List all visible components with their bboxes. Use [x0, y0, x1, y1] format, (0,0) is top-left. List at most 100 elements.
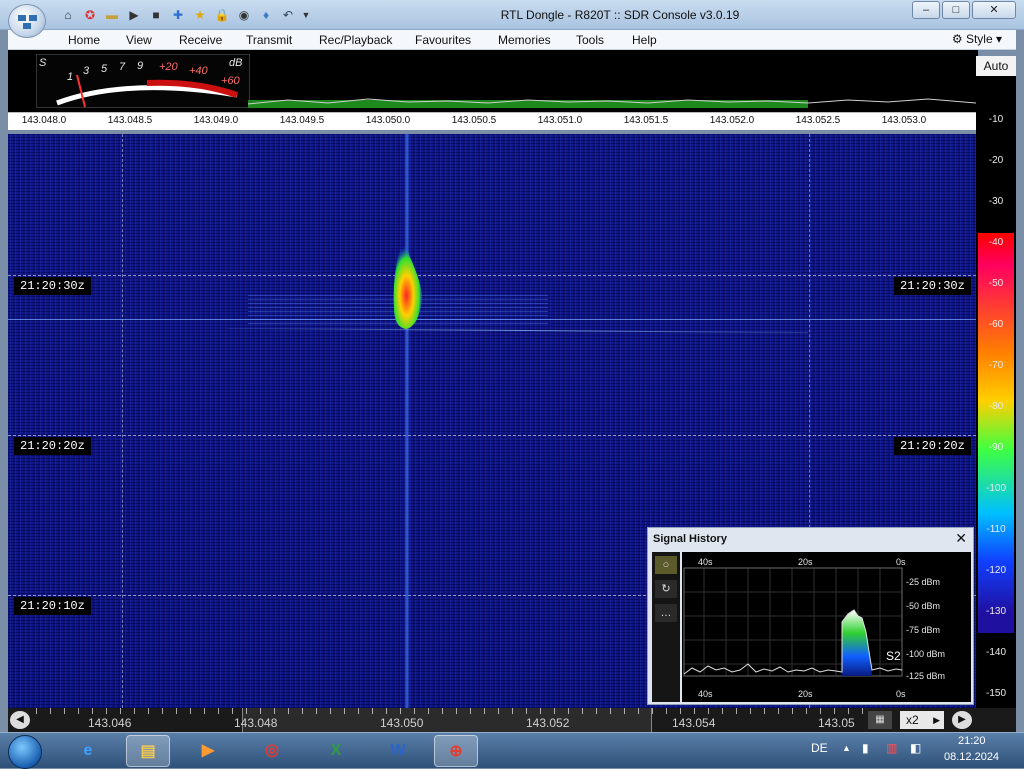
word-icon[interactable]: W — [376, 735, 420, 767]
menu-tools[interactable]: Tools — [576, 33, 604, 47]
media-player-icon[interactable]: ▶ — [186, 735, 230, 767]
freq-tick-label: 143.052.0 — [709, 115, 755, 126]
db-tick: -100 — [985, 483, 1006, 494]
start-button[interactable] — [8, 735, 42, 769]
signal-history-window: Signal History ✕ ○ ↻ … 40s 20s 0s 40s 20… — [647, 527, 974, 705]
record-icon[interactable]: ○ — [655, 556, 677, 574]
menu-favourites[interactable]: Favourites — [415, 33, 471, 47]
add-icon[interactable]: ✚ — [170, 7, 186, 23]
menu-memories[interactable]: Memories — [498, 33, 551, 47]
menu-receive[interactable]: Receive — [179, 33, 222, 47]
volume-icon[interactable]: ◧ — [910, 741, 921, 755]
network-icon[interactable]: ▥ — [886, 741, 897, 755]
time-label: 21:20:30z — [894, 277, 971, 295]
tray-icon[interactable]: ▮ — [862, 741, 869, 755]
strip-label: 143.054 — [672, 716, 716, 730]
grid-line — [122, 134, 123, 708]
strip-label: 143.052 — [526, 716, 570, 730]
folder-icon[interactable]: ▬ — [104, 7, 120, 23]
lifebuoy-icon[interactable]: ✪ — [82, 7, 98, 23]
internet-explorer-icon[interactable]: e — [66, 735, 110, 767]
strip-label: 143.046 — [88, 716, 132, 730]
lock-icon[interactable]: 🔒 — [214, 7, 230, 23]
undo-icon[interactable]: ↶ — [280, 7, 296, 23]
drop-icon[interactable]: ♦ — [258, 7, 274, 23]
freq-tick-label: 143.052.5 — [795, 115, 841, 126]
db-tick: -70 — [988, 360, 1004, 371]
freq-tick-label: 143.048.0 — [21, 115, 67, 126]
palette-icon: ⚙ — [951, 32, 966, 46]
spectrum-display[interactable] — [248, 54, 976, 110]
carrier-trace — [404, 134, 410, 708]
history-dbm-label: -50 dBm — [906, 601, 941, 611]
app-logo-icon[interactable] — [8, 4, 46, 38]
menu-help[interactable]: Help — [632, 33, 657, 47]
db-tick: -10 — [988, 114, 1004, 125]
visible-range[interactable] — [242, 708, 652, 732]
db-unit-label: dB — [229, 57, 243, 69]
stop-icon[interactable]: ■ — [148, 7, 164, 23]
minimize-button[interactable]: ‒ — [912, 1, 940, 19]
language-indicator[interactable]: DE — [811, 741, 828, 755]
sdr-console-icon[interactable]: ⊕ — [434, 735, 478, 767]
s-label: +20 — [159, 61, 178, 73]
auto-button[interactable]: Auto — [976, 56, 1016, 76]
frequency-scale[interactable]: 143.048.0 143.048.5 143.049.0 143.049.5 … — [8, 112, 976, 130]
menu-transmit[interactable]: Transmit — [246, 33, 292, 47]
chevron-up-icon[interactable]: ▲ — [842, 743, 851, 753]
db-tick: -140 — [985, 647, 1006, 658]
star-icon[interactable]: ★ — [192, 7, 208, 23]
more-icon[interactable]: … — [655, 604, 677, 622]
history-dbm-label: -25 dBm — [906, 577, 941, 587]
style-label: Style — [965, 32, 993, 46]
chrome-icon[interactable]: ◎ — [250, 735, 294, 767]
db-scale: Auto -10 -20 -30 -40 -50 -60 -70 -80 -90… — [976, 56, 1016, 710]
signal-history-toolbar: ○ ↻ … — [652, 552, 680, 702]
taskbar: e ▤ ▶ ◎ X W ⊕ DE ▲ ▮ ▥ ◧ 21:20 08.12.202… — [0, 732, 1024, 769]
db-tick: -130 — [985, 606, 1006, 617]
s-label: 3 — [83, 65, 90, 77]
history-time-label: 20s — [798, 557, 813, 567]
style-menu[interactable]: ⚙ Style ▾ — [952, 32, 1002, 46]
time-label: 21:20:10z — [14, 597, 91, 615]
strip-label: 143.05 — [818, 716, 855, 730]
maximize-button[interactable]: □ — [942, 1, 970, 19]
menu-rec-playback[interactable]: Rec/Playback — [319, 33, 392, 47]
excel-icon[interactable]: X — [314, 735, 358, 767]
camera-icon[interactable]: ◉ — [236, 7, 252, 23]
title-bar: ⌂ ✪ ▬ ▶ ■ ✚ ★ 🔒 ◉ ♦ ↶ ▼ RTL Dongle - R82… — [0, 0, 1024, 38]
s-label: 1 — [67, 71, 74, 83]
freq-tick-label: 143.051.0 — [537, 115, 583, 126]
db-tick: -110 — [986, 524, 1006, 535]
history-dbm-label: -100 dBm — [906, 649, 946, 659]
history-dbm-label: -125 dBm — [906, 671, 946, 681]
close-button[interactable]: ✕ — [972, 1, 1016, 19]
history-time-label: 0s — [896, 689, 906, 699]
freq-tick-label: 143.048.5 — [107, 115, 153, 126]
home-icon[interactable]: ⌂ — [60, 7, 76, 23]
play-icon[interactable]: ▶ — [126, 7, 142, 23]
s-unit-label: S — [39, 57, 47, 69]
menu-home[interactable]: Home — [68, 33, 100, 47]
s-label: +60 — [221, 75, 240, 87]
clock-time[interactable]: 21:20 — [958, 735, 986, 747]
drift-trace — [228, 327, 808, 334]
signal-history-plot: 40s 20s 0s 40s 20s 0s -25 dBm -50 dBm -7… — [682, 552, 971, 702]
close-icon[interactable]: ✕ — [955, 530, 967, 547]
refresh-icon[interactable]: ↻ — [655, 580, 677, 598]
scroll-left-button[interactable]: ◀ — [10, 711, 30, 729]
menu-view[interactable]: View — [126, 33, 152, 47]
windows-explorer-icon[interactable]: ▤ — [126, 735, 170, 767]
freq-tick-label: 143.050.0 — [365, 115, 411, 126]
s-label: 7 — [119, 61, 126, 73]
db-tick: -120 — [985, 565, 1006, 576]
scroll-right-button[interactable]: ▶ — [952, 711, 972, 729]
db-tick: -20 — [988, 155, 1004, 166]
bandwidth-strip[interactable]: ◀ 143.046 143.048 143.050 143.052 143.05… — [8, 708, 1016, 732]
zoom-select[interactable]: x2 ▶ — [900, 711, 944, 729]
clock-date[interactable]: 08.12.2024 — [944, 751, 999, 763]
freq-tick-label: 143.049.0 — [193, 115, 239, 126]
keyboard-icon[interactable]: ▦ — [868, 711, 892, 729]
chevron-down-icon[interactable]: ▼ — [298, 7, 314, 23]
chevron-down-icon: ▾ — [992, 32, 1002, 46]
